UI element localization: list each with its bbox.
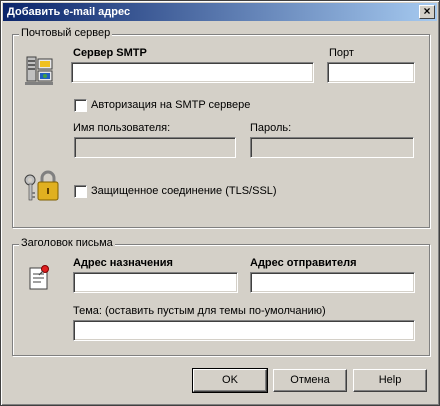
mail-server-group-label: Почтовый сервер [19,27,113,39]
secure-connection-checkbox[interactable] [74,185,87,198]
subject-input[interactable] [73,320,415,341]
smtp-server-label: Сервер SMTP [73,47,147,59]
subject-label: Тема: (оставить пустым для темы по-умолч… [73,305,326,317]
window-title: Добавить e-mail адрес [7,6,131,18]
dialog-window: Добавить e-mail адрес × Почтовый сервер … [0,0,440,406]
username-label: Имя пользователя: [73,122,171,134]
letter-header-group-label: Заголовок письма [19,237,115,249]
server-computers-icon [25,56,53,85]
padlock-keys-icon [24,170,59,201]
to-address-label: Адрес назначения [73,257,173,269]
password-label: Пароль: [250,122,292,134]
smtp-server-input[interactable] [71,62,314,83]
cancel-button[interactable]: Отмена [273,369,347,392]
to-address-input[interactable] [73,272,238,293]
password-input[interactable] [250,137,414,158]
ok-button[interactable]: OK [192,368,268,393]
port-input[interactable] [327,62,415,83]
title-bar[interactable]: Добавить e-mail адрес × [3,3,437,21]
from-address-input[interactable] [250,272,415,293]
secure-connection-label[interactable]: Защищенное соединение (TLS/SSL) [91,185,277,197]
letter-pin-icon [29,265,49,290]
auth-checkbox-label[interactable]: Авторизация на SMTP сервере [91,99,250,111]
help-button[interactable]: Help [353,369,427,392]
port-label: Порт [329,47,354,59]
from-address-label: Адрес отправителя [250,257,357,269]
auth-checkbox[interactable] [74,99,87,112]
close-icon[interactable]: × [419,5,435,19]
username-input[interactable] [74,137,236,158]
